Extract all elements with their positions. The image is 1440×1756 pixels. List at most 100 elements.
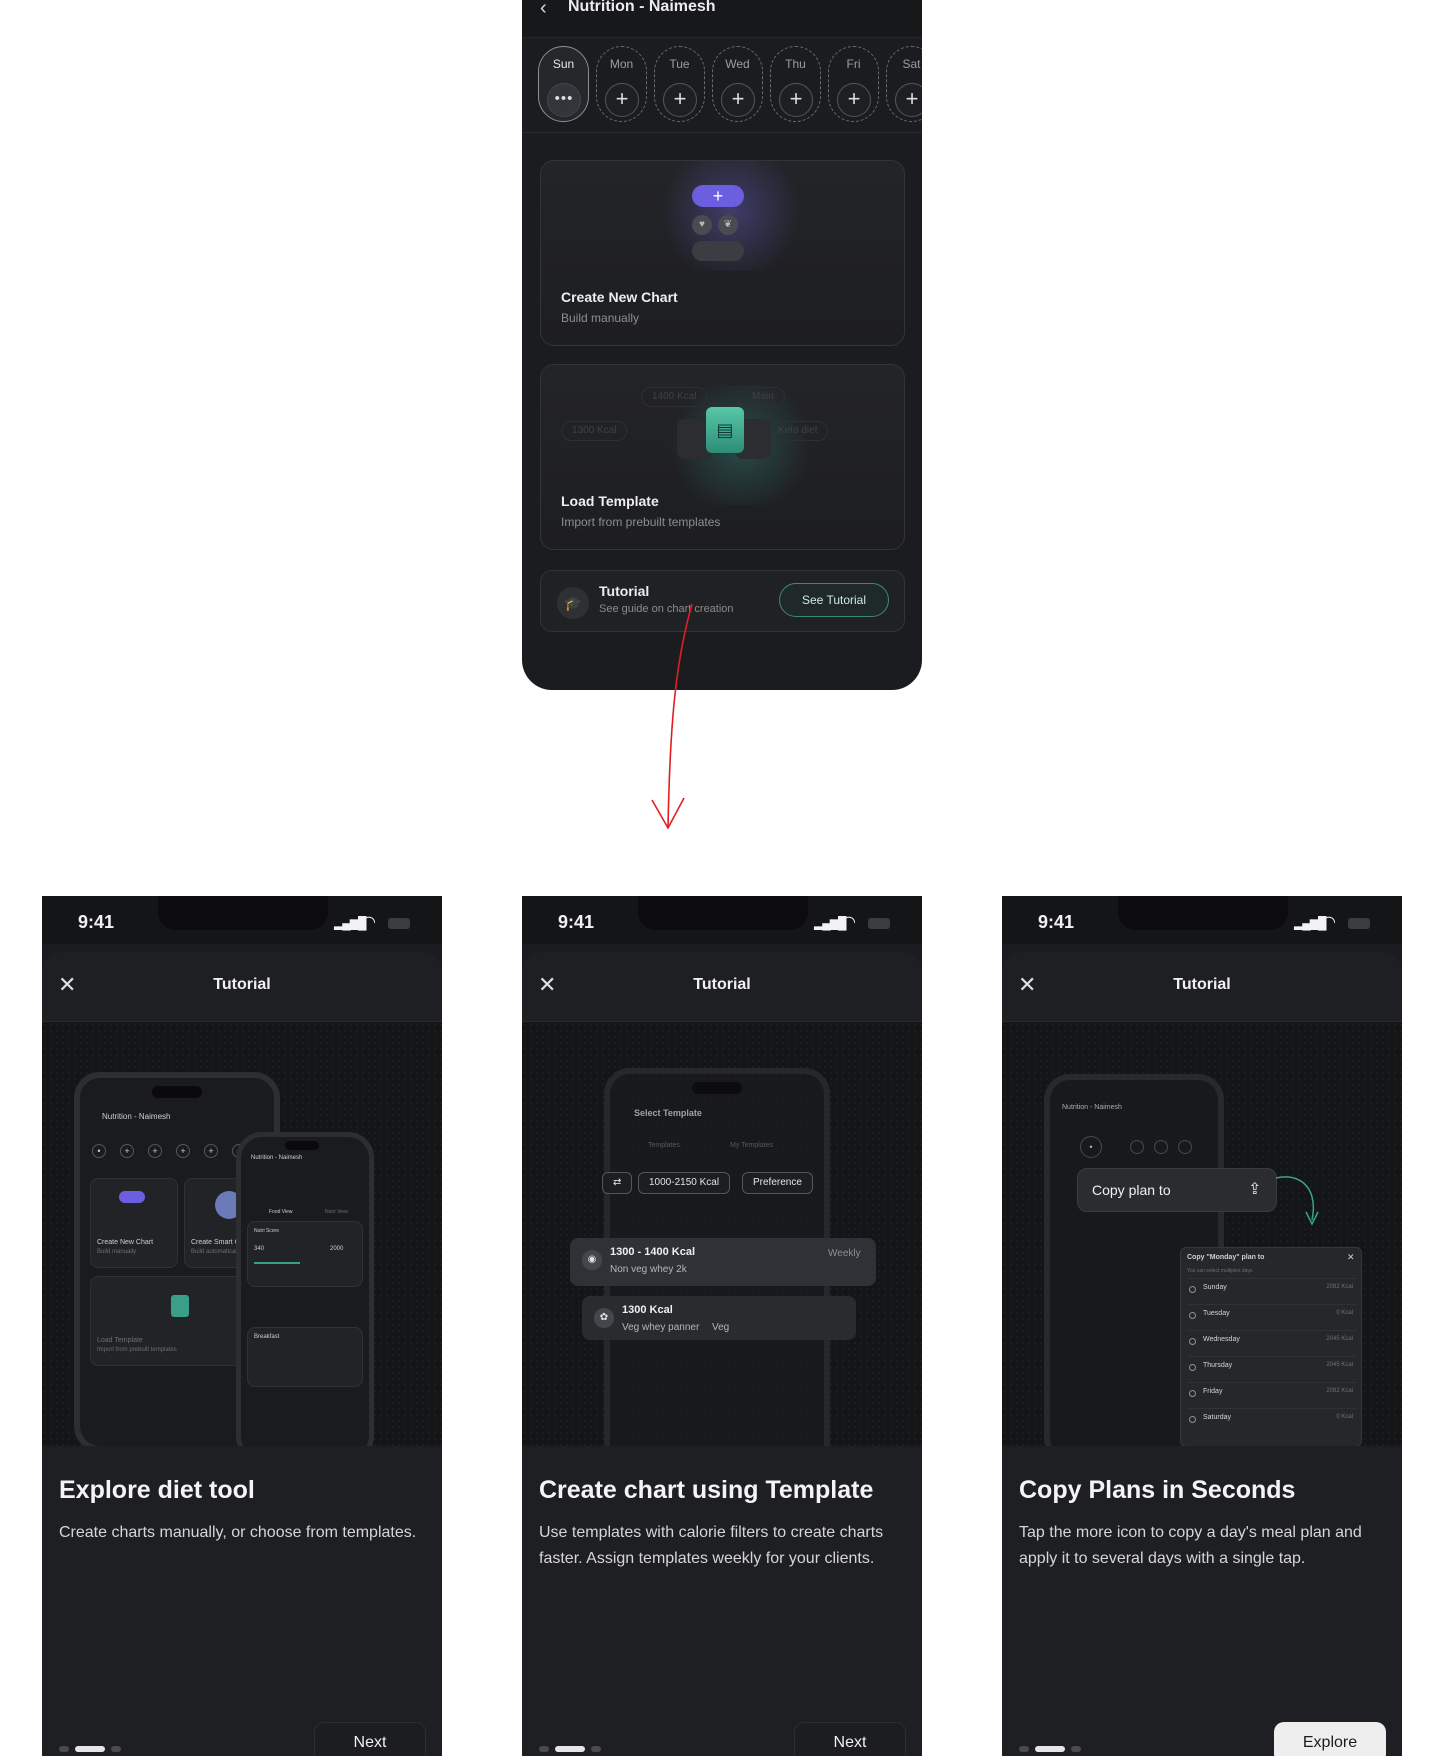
plus-icon[interactable]: + [663, 83, 697, 117]
back-arrow-icon[interactable]: ‹ [540, 0, 547, 18]
day-sun[interactable]: Sun ••• [538, 46, 589, 122]
card-title: Create New Chart [561, 289, 678, 305]
plus-icon[interactable]: + [605, 83, 639, 117]
day-thu[interactable]: Thu + [770, 46, 821, 122]
mockup-card-title: Create New Chart [97, 1239, 154, 1246]
template-item[interactable]: ✿ 1300 Kcal Veg whey panner Veg [582, 1296, 856, 1340]
description: Use templates with calorie filters to cr… [539, 1524, 884, 1567]
status-bar: 9:41 ▂▄▆█ ◠ [1002, 896, 1402, 944]
mockup-card-sub: Build automatically [191, 1249, 242, 1255]
day-label: Sun [552, 57, 575, 71]
plus-icon: + [176, 1144, 190, 1158]
graduation-cap-icon: 🎓 [557, 587, 589, 619]
calorie-filter-chip[interactable]: 1000-2150 Kcal [638, 1172, 731, 1194]
mockup-tab: Nutri View [325, 1209, 348, 1215]
mockup-card: Nutri Score 340 2000 [247, 1221, 363, 1287]
heart-icon: ♥ [692, 215, 712, 235]
copy-days-panel: Copy "Monday" plan to ✕ You can select m… [1180, 1247, 1362, 1446]
tutorial-screen-3: 9:41 ▂▄▆█ ◠ ✕ Tutorial Nutrition - Naime… [1002, 896, 1402, 1756]
top-header: ‹ Nutrition - Naimesh [522, 0, 922, 38]
copy-plan-label: Copy plan to [1092, 1182, 1171, 1198]
day-option[interactable]: Tuesday 0 Kcal [1187, 1304, 1357, 1326]
wifi-icon: ◠ [362, 914, 376, 931]
next-button[interactable]: Next [314, 1722, 426, 1756]
headline: Create chart using Template [539, 1476, 874, 1504]
day-option[interactable]: Thursday 2045 Kcal [1187, 1356, 1357, 1378]
day-selector: Sun ••• Mon + Tue + Wed + Thu + Fri + Sa… [538, 46, 922, 124]
ghost-pill: Main [741, 387, 785, 407]
close-icon[interactable]: ✕ [1347, 1252, 1355, 1263]
mockup-header: Select Template [634, 1108, 702, 1118]
tutorial-modal: ✕ Tutorial Select Template Templates My … [522, 952, 922, 1756]
day-sat[interactable]: Sat + [886, 46, 922, 122]
tutorial-modal: ✕ Tutorial Nutrition - Naimesh • + + + +… [42, 952, 442, 1756]
mockup-header: Nutrition - Naimesh [251, 1155, 303, 1161]
day-label: Sat [902, 57, 921, 71]
plus-icon[interactable]: + [779, 83, 813, 117]
next-button[interactable]: Next [794, 1722, 906, 1756]
progress-bar [254, 1262, 300, 1264]
day-option[interactable]: Saturday 0 Kcal [1187, 1408, 1357, 1430]
plus-icon[interactable]: + [837, 83, 871, 117]
day-tue[interactable]: Tue + [654, 46, 705, 122]
battery-icon [868, 918, 890, 929]
card-subtitle: Build manually [561, 311, 640, 325]
filter-icon[interactable]: ⇄ [602, 1172, 632, 1194]
page-title: Nutrition - Naimesh [568, 0, 716, 15]
modal-title: Tutorial [693, 976, 751, 993]
notch [638, 896, 808, 930]
template-subtitle: Veg whey panner [622, 1322, 700, 1333]
illustration: Nutrition - Naimesh • + + + + + Create N… [42, 1022, 442, 1446]
more-icon: • [92, 1144, 106, 1158]
day-mon[interactable]: Mon + [596, 46, 647, 122]
template-tag: Weekly [828, 1248, 861, 1259]
notch [152, 1086, 202, 1098]
day-fri[interactable]: Fri + [828, 46, 879, 122]
status-time: 9:41 [558, 912, 595, 932]
template-title: 1300 Kcal [622, 1304, 673, 1316]
day-option[interactable]: Wednesday 2045 Kcal [1187, 1330, 1357, 1352]
more-icon[interactable]: ••• [547, 83, 581, 117]
chart-creation-screen: ‹ Nutrition - Naimesh Sun ••• Mon + Tue … [522, 0, 922, 690]
plus-icon: + [204, 1144, 218, 1158]
notch [1118, 896, 1288, 930]
signal-icon: ▂▄▆█ [814, 916, 846, 930]
plus-icon[interactable]: + [721, 83, 755, 117]
plus-icon [1130, 1140, 1144, 1154]
nutri-score-label: Nutri Score [254, 1228, 280, 1234]
day-label: Mon [609, 57, 634, 71]
create-new-chart-card[interactable]: + ♥ ❦ Create New Chart Build manually [540, 160, 905, 346]
plus-icon[interactable]: + [895, 83, 922, 117]
modal-header: ✕ Tutorial [1002, 952, 1402, 1022]
day-option[interactable]: Sunday 2082 Kcal [1187, 1278, 1357, 1300]
share-icon[interactable]: ⇪ [1248, 1179, 1261, 1199]
mockup-card-sub: Import from prebuilt templates [97, 1347, 177, 1353]
copy-plan-popover[interactable]: Copy plan to ⇪ [1077, 1168, 1277, 1212]
see-tutorial-button[interactable]: See Tutorial [779, 583, 889, 617]
tutorial-title: Tutorial [599, 583, 650, 599]
day-wed[interactable]: Wed + [712, 46, 763, 122]
load-template-card[interactable]: 1400 Kcal Main 1300 Kcal Keto diet ▤ Loa… [540, 364, 905, 550]
battery-icon [388, 918, 410, 929]
wifi-icon: ◠ [1322, 914, 1336, 931]
status-bar: 9:41 ▂▄▆█ ◠ [42, 896, 442, 944]
headline: Explore diet tool [59, 1476, 255, 1504]
plus-icon [119, 1191, 145, 1203]
meal-title: Breakfast [254, 1334, 280, 1340]
modal-header: ✕ Tutorial [522, 952, 922, 1022]
explore-button[interactable]: Explore [1274, 1722, 1386, 1756]
ghost-pill: 1300 Kcal [561, 421, 628, 441]
headline: Copy Plans in Seconds [1019, 1476, 1296, 1504]
status-time: 9:41 [78, 912, 115, 932]
description: Tap the more icon to copy a day's meal p… [1019, 1524, 1362, 1567]
leaf-icon: ✿ [594, 1308, 614, 1328]
template-tag: Veg [712, 1322, 730, 1333]
text-cursor-icon [692, 241, 744, 261]
template-item[interactable]: ◉ 1300 - 1400 Kcal Non veg whey 2k Weekl… [570, 1238, 876, 1286]
notch [158, 896, 328, 930]
day-option[interactable]: Friday 2082 Kcal [1187, 1382, 1357, 1404]
mockup-card-sub: Build manually [97, 1249, 137, 1255]
illustration: Nutrition - Naimesh • Copy plan to ⇪ Cop… [1002, 1022, 1402, 1446]
tutorial-screen-1: 9:41 ▂▄▆█ ◠ ✕ Tutorial Nutrition - Naime… [42, 896, 442, 1756]
preference-dropdown[interactable]: Preference [742, 1172, 813, 1194]
